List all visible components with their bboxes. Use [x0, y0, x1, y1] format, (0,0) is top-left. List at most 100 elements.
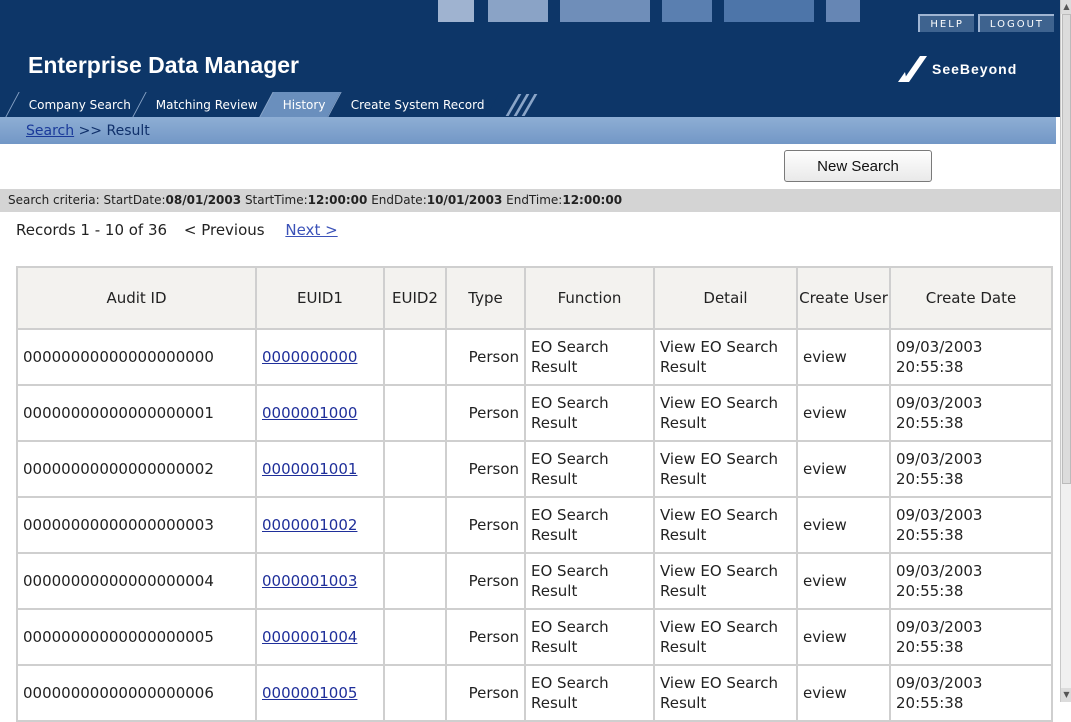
- logo-text: SeeBeyond: [932, 61, 1018, 77]
- column-header[interactable]: Detail: [653, 266, 798, 330]
- column-header[interactable]: Create User: [796, 266, 891, 330]
- tab-decor-slashes: [506, 92, 538, 117]
- table-header-row: Audit ID EUID1 EUID2 Type Function Detai…: [16, 266, 1053, 330]
- euid1-link[interactable]: 0000001000: [262, 404, 357, 422]
- create-user-cell: eview: [796, 552, 891, 610]
- start-time-label: StartTime:: [244, 193, 308, 207]
- create-date-cell: 09/03/2003 20:55:38: [889, 664, 1053, 722]
- column-header[interactable]: Create Date: [889, 266, 1053, 330]
- tab-company-search[interactable]: Company Search: [5, 92, 146, 117]
- function-cell: EO Search Result: [524, 552, 655, 610]
- euid1-link[interactable]: 0000001003: [262, 572, 357, 590]
- detail-cell: View EO Search Result: [653, 608, 798, 666]
- euid1-cell: 0000001001: [255, 440, 385, 498]
- create-date-cell: 09/03/2003 20:55:38: [889, 440, 1053, 498]
- euid2-cell: [383, 384, 447, 442]
- audit-id-cell: 00000000000000000003: [16, 496, 257, 554]
- new-search-button[interactable]: New Search: [784, 150, 932, 182]
- function-cell: EO Search Result: [524, 664, 655, 722]
- end-date-value: 10/01/2003: [426, 193, 503, 207]
- breadcrumb-separator: >>: [78, 123, 103, 139]
- scroll-down-icon[interactable]: ▼: [1061, 688, 1071, 702]
- audit-id-cell: 00000000000000000004: [16, 552, 257, 610]
- euid1-link[interactable]: 0000001002: [262, 516, 357, 534]
- end-date-label: EndDate:: [371, 193, 427, 207]
- next-link[interactable]: Next >: [285, 221, 337, 239]
- function-cell: EO Search Result: [524, 328, 655, 386]
- function-cell: EO Search Result: [524, 440, 655, 498]
- header-decor-stripe: [826, 0, 860, 22]
- header-decor-stripe: [662, 0, 712, 22]
- table-row: 00000000000000000001 0000001000 Person E…: [16, 384, 1053, 442]
- create-date-cell: 09/03/2003 20:55:38: [889, 384, 1053, 442]
- create-user-cell: eview: [796, 608, 891, 666]
- logout-link[interactable]: LOGOUT: [977, 14, 1054, 32]
- euid1-link[interactable]: 0000001001: [262, 460, 357, 478]
- scrollbar-thumb[interactable]: [1062, 14, 1071, 484]
- type-cell: Person: [445, 328, 526, 386]
- help-link[interactable]: HELP: [918, 14, 974, 32]
- start-date-value: 08/01/2003: [165, 193, 242, 207]
- column-header[interactable]: EUID2: [383, 266, 447, 330]
- create-user-cell: eview: [796, 496, 891, 554]
- euid1-link[interactable]: 0000001005: [262, 684, 357, 702]
- app-title: Enterprise Data Manager: [28, 52, 299, 78]
- header-decor-stripe: [724, 0, 814, 22]
- euid1-link[interactable]: 0000000000: [262, 348, 357, 366]
- previous-link[interactable]: < Previous: [184, 221, 265, 239]
- euid2-cell: [383, 552, 447, 610]
- column-header[interactable]: Audit ID: [16, 266, 257, 330]
- create-date-cell: 09/03/2003 20:55:38: [889, 496, 1053, 554]
- table-row: 00000000000000000000 0000000000 Person E…: [16, 328, 1053, 386]
- breadcrumb-search-link[interactable]: Search: [26, 123, 74, 139]
- create-user-cell: eview: [796, 384, 891, 442]
- tab-create-system-record[interactable]: Create System Record: [327, 92, 500, 117]
- end-time-value: 12:00:00: [562, 193, 623, 207]
- create-date-cell: 09/03/2003 20:55:38: [889, 328, 1053, 386]
- type-cell: Person: [445, 664, 526, 722]
- euid1-cell: 0000001000: [255, 384, 385, 442]
- euid2-cell: [383, 664, 447, 722]
- create-date-cell: 09/03/2003 20:55:38: [889, 552, 1053, 610]
- audit-id-cell: 00000000000000000005: [16, 608, 257, 666]
- records-pagination: Records 1 - 10 of 36 < Previous Next >: [16, 221, 338, 239]
- search-criteria: Search criteria: StartDate:08/01/2003 St…: [0, 189, 1060, 212]
- euid2-cell: [383, 496, 447, 554]
- detail-cell: View EO Search Result: [653, 496, 798, 554]
- function-cell: EO Search Result: [524, 496, 655, 554]
- table-row: 00000000000000000002 0000001001 Person E…: [16, 440, 1053, 498]
- detail-cell: View EO Search Result: [653, 328, 798, 386]
- detail-cell: View EO Search Result: [653, 440, 798, 498]
- euid1-link[interactable]: 0000001004: [262, 628, 357, 646]
- type-cell: Person: [445, 496, 526, 554]
- table-row: 00000000000000000005 0000001004 Person E…: [16, 608, 1053, 666]
- breadcrumb-current: Result: [106, 123, 150, 139]
- euid1-cell: 0000001005: [255, 664, 385, 722]
- column-header[interactable]: Type: [445, 266, 526, 330]
- breadcrumb: Search >> Result: [26, 123, 150, 139]
- seebeyond-logo-icon: [898, 56, 927, 82]
- tab-matching-review[interactable]: Matching Review: [132, 92, 273, 117]
- euid2-cell: [383, 608, 447, 666]
- euid1-cell: 0000000000: [255, 328, 385, 386]
- start-date-label: StartDate:: [103, 193, 166, 207]
- function-cell: EO Search Result: [524, 608, 655, 666]
- audit-id-cell: 00000000000000000002: [16, 440, 257, 498]
- type-cell: Person: [445, 552, 526, 610]
- table-row: 00000000000000000003 0000001002 Person E…: [16, 496, 1053, 554]
- column-header[interactable]: EUID1: [255, 266, 385, 330]
- scroll-up-icon[interactable]: ▲: [1061, 0, 1071, 14]
- create-date-cell: 09/03/2003 20:55:38: [889, 608, 1053, 666]
- table-row: 00000000000000000006 0000001005 Person E…: [16, 664, 1053, 722]
- table-row: 00000000000000000004 0000001003 Person E…: [16, 552, 1053, 610]
- main-tabs: Company Search Matching Review History C…: [5, 92, 538, 117]
- vertical-scrollbar[interactable]: ▲ ▼: [1060, 0, 1071, 702]
- column-header[interactable]: Function: [524, 266, 655, 330]
- type-cell: Person: [445, 384, 526, 442]
- audit-id-cell: 00000000000000000006: [16, 664, 257, 722]
- euid2-cell: [383, 440, 447, 498]
- records-summary: Records 1 - 10 of 36: [16, 221, 168, 239]
- create-user-cell: eview: [796, 328, 891, 386]
- function-cell: EO Search Result: [524, 384, 655, 442]
- header-decor-stripe: [560, 0, 650, 22]
